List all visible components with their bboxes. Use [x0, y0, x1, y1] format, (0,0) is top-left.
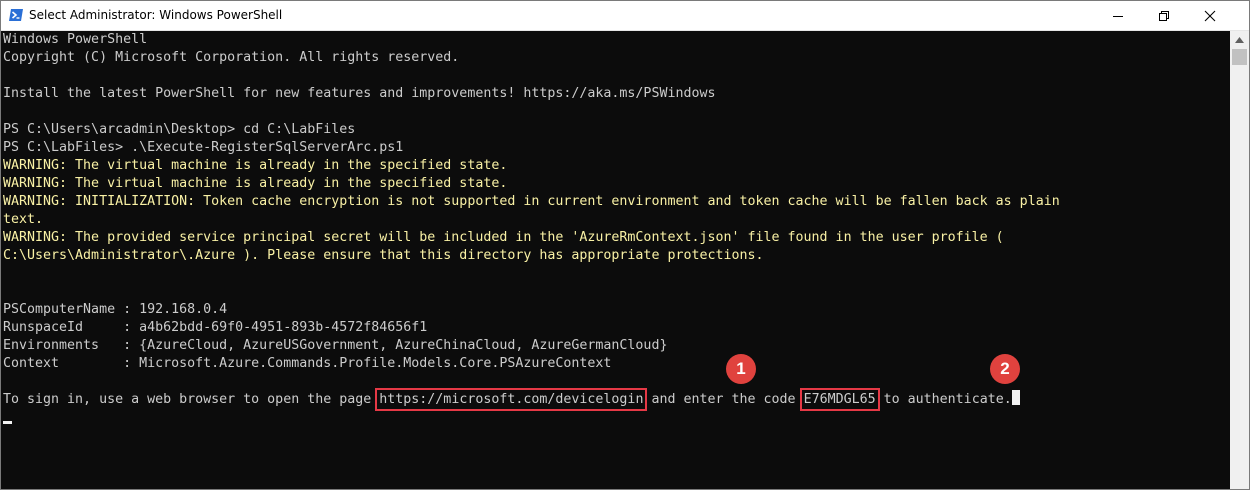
warning-line: WARNING: INITIALIZATION: Token cache enc…: [3, 194, 1060, 209]
output-line: Environments : {AzureCloud, AzureUSGover…: [3, 338, 668, 353]
scroll-up-button[interactable]: [1230, 31, 1249, 48]
signin-suffix: to authenticate.: [875, 392, 1012, 407]
console-line: PS C:\LabFiles> .\Execute-RegisterSqlSer…: [3, 140, 404, 155]
signin-prefix: To sign in, use a web browser to open th…: [3, 392, 380, 407]
vertical-scrollbar[interactable]: [1230, 31, 1249, 489]
minimize-icon: [1113, 15, 1123, 17]
warning-line: WARNING: The provided service principal …: [3, 230, 1004, 245]
scrollbar-thumb[interactable]: [1232, 49, 1247, 65]
callout-badge-1: 1: [726, 354, 756, 384]
warning-line: WARNING: The virtual machine is already …: [3, 176, 508, 191]
device-code[interactable]: E76MDGL65: [799, 388, 880, 411]
signin-middle: and enter the code: [643, 392, 804, 407]
output-line: Context : Microsoft.Azure.Commands.Profi…: [3, 356, 612, 371]
callout-badge-2: 2: [990, 354, 1020, 384]
minimize-button[interactable]: [1095, 1, 1141, 30]
title-bar[interactable]: Select Administrator: Windows PowerShell: [1, 1, 1249, 31]
restore-button[interactable]: [1141, 1, 1187, 30]
text-cursor: [1011, 390, 1020, 405]
warning-line: text.: [3, 212, 44, 227]
console-output[interactable]: Windows PowerShell Copyright (C) Microso…: [1, 31, 1230, 489]
devicelogin-url[interactable]: https://microsoft.com/devicelogin: [375, 388, 648, 411]
close-icon: [1204, 10, 1216, 21]
output-line: PSComputerName : 192.168.0.4: [3, 302, 228, 317]
prompt-cursor: [3, 421, 12, 424]
console-line: Windows PowerShell: [3, 32, 148, 47]
console-line: Install the latest PowerShell for new fe…: [3, 86, 716, 101]
powershell-window: Select Administrator: Windows PowerShell…: [0, 0, 1250, 490]
signin-line: To sign in, use a web browser to open th…: [3, 388, 1020, 411]
arrow-up-icon: [1235, 36, 1244, 43]
close-button[interactable]: [1187, 1, 1233, 30]
warning-line: WARNING: The virtual machine is already …: [3, 158, 508, 173]
restore-icon: [1159, 10, 1169, 21]
output-line: RunspaceId : a4b62bdd-69f0-4951-893b-457…: [3, 320, 428, 335]
console-line: PS C:\Users\arcadmin\Desktop> cd C:\LabF…: [3, 122, 356, 137]
console-line: Copyright (C) Microsoft Corporation. All…: [3, 50, 460, 65]
window-title: Select Administrator: Windows PowerShell: [29, 8, 283, 22]
powershell-icon: [9, 9, 23, 21]
warning-line: C:\Users\Administrator\.Azure ). Please …: [3, 248, 764, 263]
